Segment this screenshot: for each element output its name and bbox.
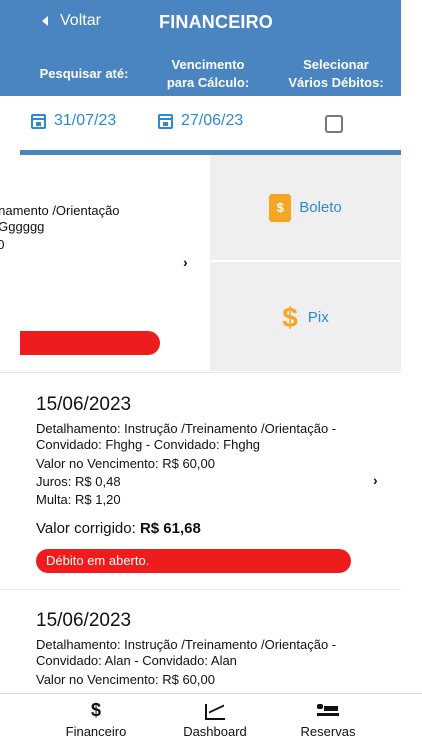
- chart-icon: [205, 704, 225, 720]
- tab-reservas[interactable]: Reservas: [278, 700, 378, 739]
- dollar-icon: $: [90, 700, 101, 720]
- status-badge: [20, 331, 160, 355]
- pix-label: Pix: [307, 309, 329, 326]
- debit-card-swiped[interactable]: einamento /Orientação dado: Gggggg 00 ›: [0, 155, 210, 371]
- due-value: Valor no Vencimento: R$ 60,00: [36, 456, 215, 471]
- bed-icon: [317, 704, 339, 716]
- debit-date: 15/06/2023: [36, 394, 132, 415]
- select-multiple-checkbox[interactable]: [325, 115, 343, 133]
- debit-detail: Detalhamento: Instrução /Treinamento /Or…: [36, 637, 337, 668]
- search-date-picker[interactable]: 31/07/23: [31, 112, 116, 130]
- calendar-icon: [158, 113, 173, 129]
- corrected-value: Valor corrigido: R$ 61,68: [36, 521, 386, 537]
- select-multiple-header: Selecionar Vários Débitos:: [288, 57, 384, 90]
- boleto-label: Boleto: [299, 199, 342, 216]
- due-value: Valor no Vencimento: R$ 60,00: [36, 672, 215, 687]
- tab-dashboard[interactable]: Dashboard: [165, 700, 265, 739]
- status-badge: Débito em aberto.: [36, 549, 351, 573]
- search-date-value: 31/07/23: [54, 112, 117, 129]
- pix-button[interactable]: $ Pix: [210, 264, 401, 371]
- debit-detail-fragment: einamento /Orientação: [0, 203, 120, 218]
- app-header: Voltar FINANCEIRO Pesquisar até: Vencime…: [0, 0, 401, 96]
- due-date-picker[interactable]: 27/06/23: [158, 112, 243, 130]
- corrected-amount: R$ 61,68: [139, 520, 201, 537]
- back-arrow-icon: [42, 16, 48, 26]
- tab-label: Financeiro: [65, 724, 127, 739]
- interest-value: Juros: R$ 0,48: [36, 474, 121, 489]
- debit-guest-fragment: dado: Gggggg: [0, 219, 45, 234]
- debit-value-fragment: 00: [0, 237, 5, 252]
- boleto-document-icon: $: [269, 193, 292, 222]
- chevron-right-icon: ›: [183, 254, 188, 270]
- page-title: FINANCEIRO: [159, 12, 273, 32]
- calendar-icon: [31, 113, 46, 129]
- due-date-header: Vencimento para Cálculo:: [166, 57, 250, 90]
- tab-label: Reservas: [300, 724, 356, 739]
- tab-label: Dashboard: [183, 724, 247, 739]
- corrected-label: Valor corrigido:: [36, 520, 140, 537]
- search-until-header: Pesquisar até:: [39, 66, 129, 81]
- tab-financeiro[interactable]: $ Financeiro: [46, 700, 146, 739]
- due-date-value: 27/06/23: [181, 112, 244, 129]
- swipe-actions: $ Boleto $ Pix: [210, 155, 401, 371]
- bottom-tab-bar: $ Financeiro Dashboard Reservas: [0, 693, 422, 750]
- back-label: Voltar: [60, 12, 101, 29]
- boleto-button[interactable]: $ Boleto: [210, 155, 401, 262]
- chevron-right-icon: ›: [373, 472, 378, 488]
- fine-value: Multa: R$ 1,20: [36, 492, 121, 507]
- back-button[interactable]: Voltar: [42, 12, 101, 30]
- debit-detail: Detalhamento: Instrução /Treinamento /Or…: [36, 421, 337, 452]
- debit-card[interactable]: 15/06/2023 Detalhamento: Instrução /Trei…: [0, 589, 401, 693]
- debit-date: 15/06/2023: [36, 610, 132, 631]
- debit-card[interactable]: 15/06/2023 Detalhamento: Instrução /Trei…: [0, 372, 401, 588]
- swiped-debit-row: einamento /Orientação dado: Gggggg 00 › …: [0, 155, 401, 371]
- dollar-icon: $: [282, 301, 298, 333]
